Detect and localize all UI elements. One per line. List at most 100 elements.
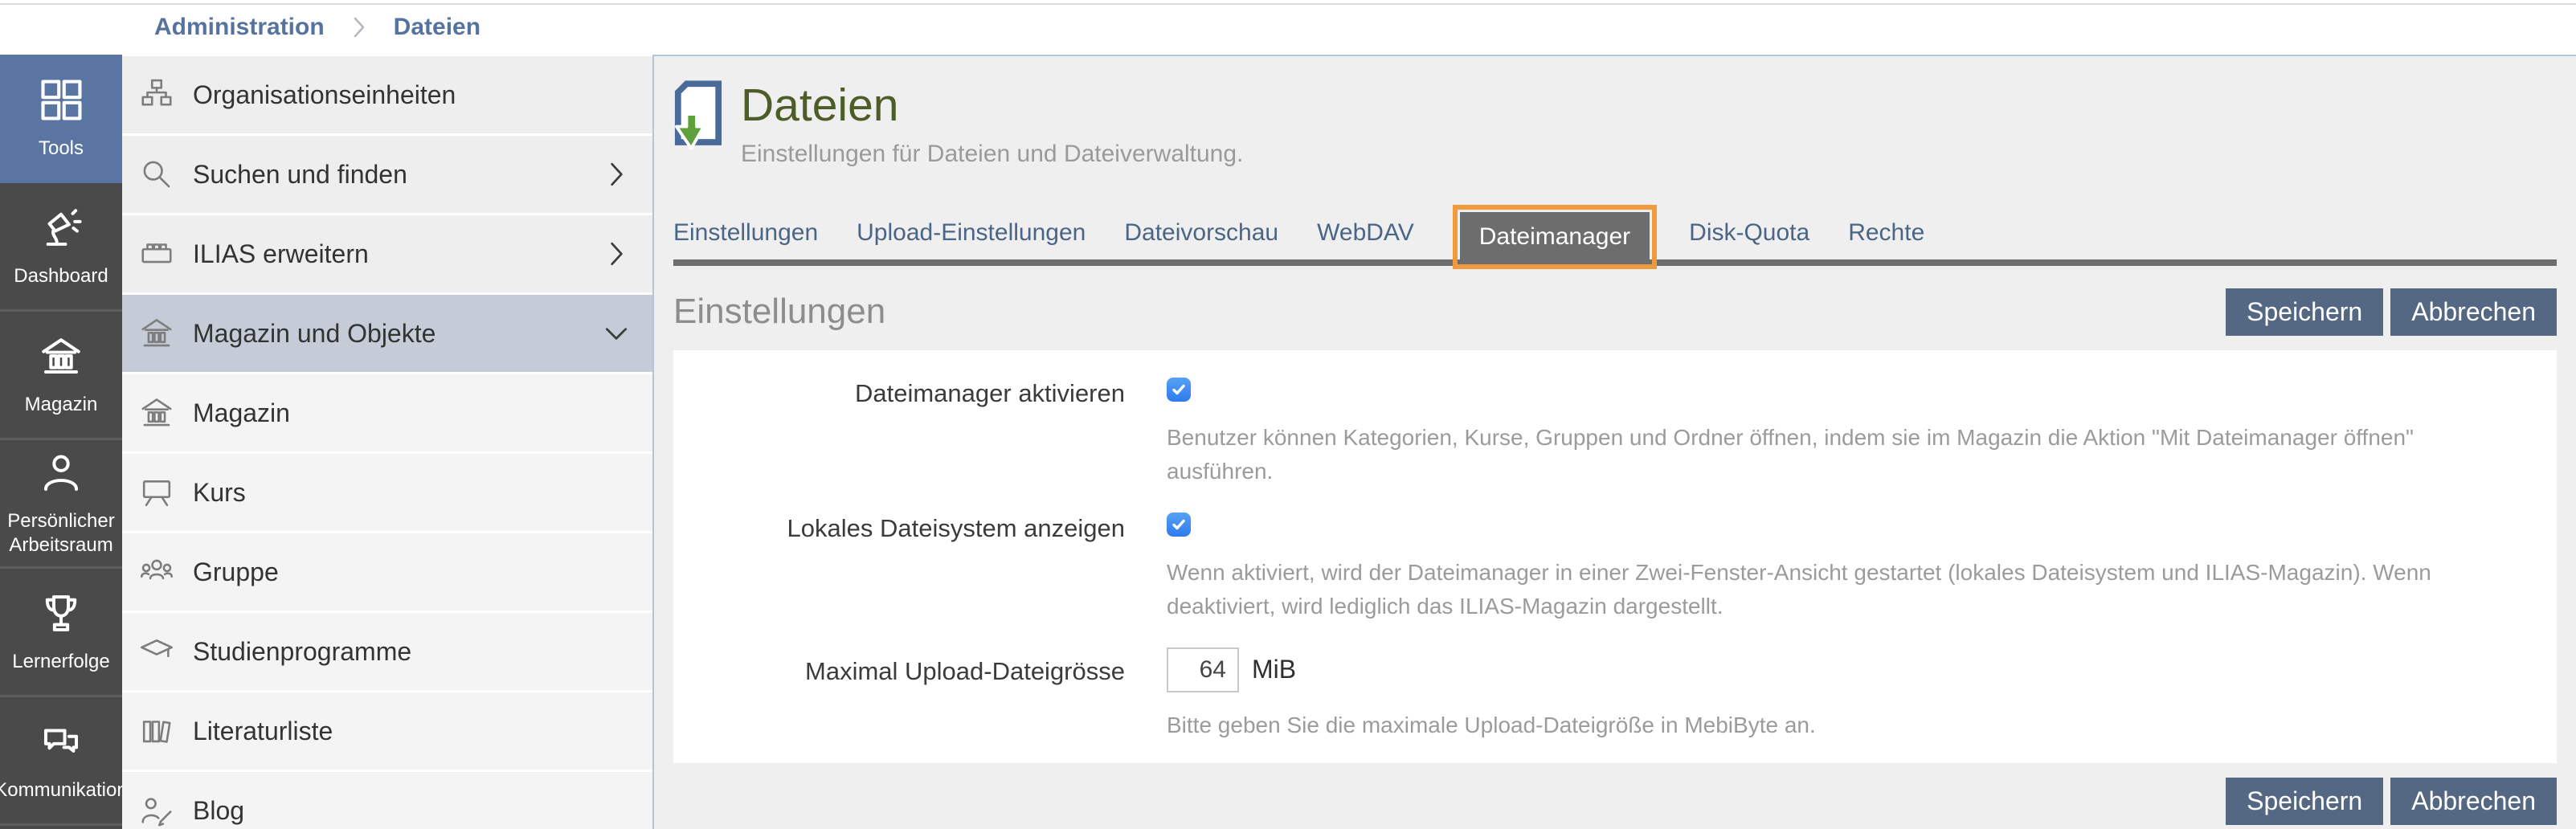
sidebar-item-label: Organisationseinheiten [193, 80, 456, 110]
page-title: Dateien [741, 80, 1243, 131]
field-label: Maximal Upload-Dateigrösse [673, 647, 1125, 742]
field-help-text: Benutzer können Kategorien, Kurse, Grupp… [1167, 421, 2476, 488]
dashboard-lamp-icon [38, 205, 84, 251]
size-input-group: MiB [1167, 647, 2557, 692]
sidebar-item-label: Magazin und Objekte [193, 319, 435, 349]
brick-icon [138, 235, 175, 272]
rail-item-tools[interactable]: Tools [0, 55, 122, 183]
sidebar-item-ilias-erweitern[interactable]: ILIAS erweitern [122, 215, 652, 292]
blog-author-icon [138, 792, 175, 829]
save-button[interactable]: Speichern [2226, 778, 2383, 825]
tab-webdav[interactable]: WebDAV [1317, 219, 1414, 259]
field-control: MiB Bitte geben Sie die maximale Upload-… [1167, 647, 2557, 742]
tab-rechte[interactable]: Rechte [1848, 219, 1924, 259]
tab-dateimanager-active[interactable]: Dateimanager [1460, 212, 1650, 262]
person-icon [38, 450, 84, 496]
tab-dateivorschau[interactable]: Dateivorschau [1124, 219, 1278, 259]
sidebar-item-label: Gruppe [193, 557, 279, 587]
cancel-button[interactable]: Abbrechen [2390, 778, 2557, 825]
top-divider [0, 3, 2576, 5]
form-row-lokales-dateisystem: Lokales Dateisystem anzeigen Wenn aktivi… [673, 513, 2557, 623]
top-form-actions: Speichern Abbrechen [2226, 288, 2557, 336]
breadcrumb-dateien[interactable]: Dateien [394, 14, 480, 41]
rail-item-label: Kommunikation [0, 778, 131, 802]
tab-einstellungen[interactable]: Einstellungen [673, 219, 818, 259]
bank-icon [38, 333, 84, 380]
sidebar-item-blog[interactable]: Blog [122, 772, 652, 829]
breadcrumb-chevron-icon [349, 15, 370, 39]
sidebar-item-label: Kurs [193, 478, 246, 508]
sidebar-item-label: Studienprogramme [193, 637, 411, 667]
bottom-form-actions: Speichern Abbrechen [673, 778, 2557, 825]
rail-item-dashboard[interactable]: Dashboard [0, 183, 122, 312]
sidebar-item-kurs[interactable]: Kurs [122, 454, 652, 531]
chevron-right-icon [603, 240, 630, 267]
field-control: Benutzer können Kategorien, Kurse, Grupp… [1167, 378, 2557, 488]
bank-icon [138, 394, 175, 431]
sidebar-item-literaturliste[interactable]: Literaturliste [122, 692, 652, 770]
graduation-cap-icon [138, 633, 175, 670]
sidebar-item-label: ILIAS erweitern [193, 239, 369, 269]
rail-item-magazin[interactable]: Magazin [0, 312, 122, 440]
breadcrumb-administration[interactable]: Administration [154, 14, 325, 41]
object-header: Dateien Einstellungen für Dateien und Da… [673, 56, 2557, 168]
rail-item-lernerfolge[interactable]: Lernerfolge [0, 569, 122, 697]
object-header-text: Dateien Einstellungen für Dateien und Da… [741, 79, 1243, 168]
presentation-board-icon [138, 474, 175, 511]
sidebar-item-magazin-und-objekte[interactable]: Magazin und Objekte [122, 295, 652, 372]
field-label: Dateimanager aktivieren [673, 378, 1125, 488]
tools-grid-icon [37, 76, 85, 124]
rail-item-label: Tools [35, 137, 87, 161]
trophy-icon [38, 590, 84, 637]
sidebar-item-organisationseinheiten[interactable]: Organisationseinheiten [122, 56, 652, 133]
search-icon [138, 156, 175, 193]
field-help-text: Bitte geben Sie die maximale Upload-Date… [1167, 709, 2476, 742]
max-upload-size-input[interactable] [1167, 647, 1239, 692]
org-chart-icon [138, 76, 175, 113]
books-icon [138, 713, 175, 749]
sidebar-item-suchen-und-finden[interactable]: Suchen und finden [122, 136, 652, 213]
main-content: Dateien Einstellungen für Dateien und Da… [652, 55, 2576, 829]
top-bar: Administration Dateien [0, 0, 2576, 55]
field-control: Wenn aktiviert, wird der Dateimanager in… [1167, 513, 2557, 623]
settings-form-panel: Dateimanager aktivieren Benutzer können … [673, 350, 2557, 763]
lokales-dateisystem-checkbox[interactable] [1167, 513, 1191, 537]
form-row-dateimanager-aktivieren: Dateimanager aktivieren Benutzer können … [673, 378, 2557, 488]
cancel-button[interactable]: Abbrechen [2390, 288, 2557, 336]
bank-icon [138, 315, 175, 352]
main-rail: Tools Dashboard Magazin Persönlicher Arb… [0, 55, 122, 829]
sidebar-item-label: Suchen und finden [193, 160, 407, 190]
file-object-icon [673, 79, 723, 153]
dateimanager-aktivieren-checkbox[interactable] [1167, 378, 1191, 402]
tab-bar: Einstellungen Upload-Einstellungen Datei… [673, 205, 2557, 266]
chevron-down-icon [603, 320, 630, 347]
annotation-highlight-box: Dateimanager [1453, 205, 1657, 269]
sidebar-item-studienprogramme[interactable]: Studienprogramme [122, 613, 652, 690]
rail-item-kommunikation[interactable]: Kommunikation [0, 697, 122, 826]
rail-item-label: Dashboard [10, 264, 111, 288]
checkmark-icon [1171, 517, 1187, 533]
page-subtitle: Einstellungen für Dateien und Dateiverwa… [741, 141, 1243, 168]
rail-item-label: Magazin [22, 393, 101, 417]
size-unit-label: MiB [1252, 655, 1296, 684]
checkmark-icon [1171, 382, 1187, 398]
admin-sidebar: Organisationseinheiten Suchen und finden… [122, 55, 652, 829]
tab-disk-quota[interactable]: Disk-Quota [1689, 219, 1809, 259]
sidebar-item-gruppe[interactable]: Gruppe [122, 533, 652, 611]
sidebar-item-label: Literaturliste [193, 717, 333, 746]
rail-item-label: Persönlicher Arbeitsraum [0, 509, 122, 557]
save-button[interactable]: Speichern [2226, 288, 2383, 336]
breadcrumb: Administration Dateien [0, 14, 480, 41]
sidebar-item-label: Magazin [193, 398, 290, 428]
form-row-max-upload-groesse: Maximal Upload-Dateigrösse MiB Bitte geb… [673, 647, 2557, 742]
rail-item-persoenlicher-arbeitsraum[interactable]: Persönlicher Arbeitsraum [0, 440, 122, 569]
group-icon [138, 553, 175, 590]
tab-upload-einstellungen[interactable]: Upload-Einstellungen [857, 219, 1086, 259]
app-layout: Tools Dashboard Magazin Persönlicher Arb… [0, 55, 2576, 829]
section-header-row: Einstellungen Speichern Abbrechen [673, 288, 2557, 336]
field-help-text: Wenn aktiviert, wird der Dateimanager in… [1167, 556, 2476, 623]
section-title: Einstellungen [673, 292, 885, 332]
chevron-right-icon [603, 161, 630, 188]
sidebar-item-magazin[interactable]: Magazin [122, 374, 652, 451]
sidebar-item-label: Blog [193, 796, 244, 826]
